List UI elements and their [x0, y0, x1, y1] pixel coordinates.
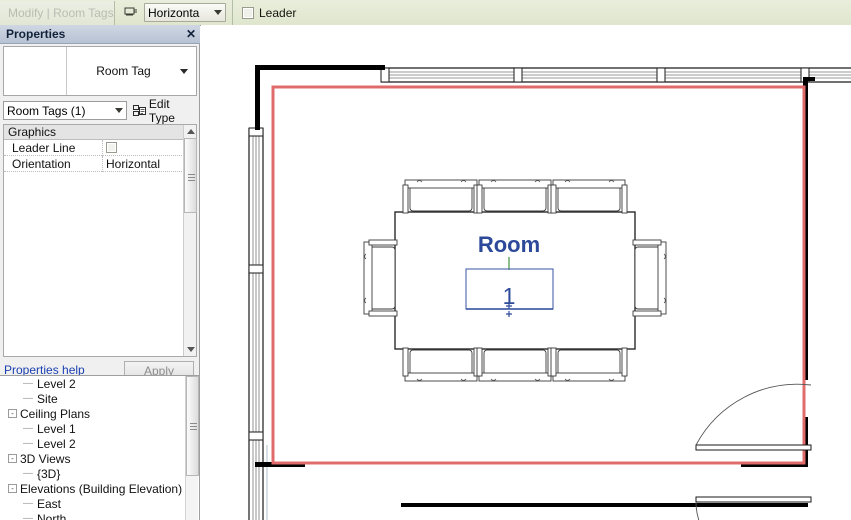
project-browser-scrollbar[interactable] [185, 376, 199, 520]
tree-item-3d[interactable]: — {3D} [0, 466, 199, 481]
chair-bottom-1[interactable] [402, 347, 480, 382]
parameters-grid: Graphics Leader Line Orientation Horizontal [3, 124, 197, 357]
tree-item-level-2[interactable]: — Level 2 [0, 376, 199, 391]
tree-item-3d-views[interactable]: -3D Views [0, 451, 199, 466]
tree-item-site[interactable]: — Site [0, 391, 199, 406]
tree-item-label: Elevations (Building Elevation) [20, 481, 183, 496]
tree-item-label: North [37, 511, 67, 520]
curtain-wall-top [380, 67, 851, 83]
tree-item-level-2[interactable]: — Level 2 [0, 436, 199, 451]
type-selector-dropdown[interactable]: Room Tags (1) [3, 101, 127, 120]
chevron-down-icon [214, 10, 222, 15]
tree-connector-icon: — [23, 393, 33, 404]
edit-type-label: Edit Type [148, 96, 175, 125]
tree-connector-icon: — [23, 498, 33, 509]
tree-item-label: East [37, 496, 62, 511]
tree-item-label: Site [37, 391, 58, 406]
chair-top-1[interactable] [402, 179, 480, 214]
type-selector-value: Room Tags (1) [7, 103, 86, 118]
orientation-value: Horizonta [148, 5, 200, 20]
parameter-row: Leader Line [4, 139, 196, 156]
scrollbar-thumb[interactable] [184, 138, 197, 213]
modify-room-tags-tab[interactable]: Modify | Room Tags [0, 0, 115, 25]
tree-connector-icon: — [23, 378, 33, 389]
collapse-icon[interactable]: - [8, 454, 17, 463]
tree-item-ceiling-plans[interactable]: - Ceiling Plans [0, 406, 199, 421]
tree-item-elevations-building-elevation[interactable]: - Elevations (Building Elevation) [0, 481, 199, 496]
tree-item-label: Level 1 [37, 421, 76, 436]
scroll-up-icon[interactable] [184, 125, 197, 138]
tree-item-label: Ceiling Plans [20, 406, 91, 421]
page-title: Properties [6, 27, 66, 41]
properties-palette: Properties ✕ Room Tag Room Tags (1) Edit… [0, 25, 200, 382]
tree-connector-icon: — [23, 438, 33, 449]
chair-top-2[interactable] [476, 179, 554, 214]
room-tag-name: Room [478, 232, 540, 257]
tree-item-label: 3D Views [20, 451, 71, 466]
parameter-group-header: Graphics [4, 125, 196, 140]
properties-title-bar: Properties ✕ [0, 25, 200, 44]
project-browser[interactable]: — Level 2— Site - Ceiling Plans — Level 1— Leve… [0, 375, 200, 520]
edit-type-button[interactable]: Edit Type [132, 97, 197, 125]
chair-top-3[interactable] [550, 179, 628, 214]
parameter-name: Orientation [12, 156, 71, 171]
tree-connector-icon: — [23, 513, 33, 520]
type-selector-row: Room Tags (1) Edit Type [3, 97, 197, 125]
tree-item-label: {3D} [37, 466, 61, 481]
tree-item-north[interactable]: — North [0, 511, 199, 520]
parameters-scrollbar[interactable] [183, 125, 197, 356]
floor-plan-drawing: Room 1 [248, 65, 851, 520]
tree-connector-icon: — [23, 468, 33, 479]
tree-item-label: Level 2 [37, 436, 76, 451]
chair-bottom-3[interactable] [550, 347, 628, 382]
collapse-icon[interactable]: - [8, 484, 17, 493]
parameter-value[interactable]: Horizontal [102, 155, 196, 172]
type-thumbnail [4, 47, 67, 95]
options-bar: Modify | Room Tags Horizonta Leader [0, 0, 851, 26]
close-icon[interactable]: ✕ [182, 26, 200, 42]
tree-item-label: Level 2 [37, 376, 76, 391]
parameter-row: Orientation Horizontal [4, 155, 196, 172]
parameter-value[interactable] [102, 139, 196, 156]
edit-type-icon [132, 104, 146, 117]
leader-group: Leader [233, 0, 296, 25]
door-lower [695, 496, 812, 520]
orientation-dropdown[interactable]: Horizonta [144, 3, 226, 22]
orientation-group: Horizonta [118, 0, 233, 25]
door-upper [695, 383, 812, 451]
tree-connector-icon: — [23, 423, 33, 434]
drawing-canvas[interactable]: Room 1 [201, 25, 851, 520]
leader-checkbox[interactable] [242, 6, 254, 19]
collapse-icon[interactable]: - [8, 409, 17, 418]
parameter-rows: Graphics Leader Line Orientation Horizontal [4, 125, 196, 172]
chevron-down-icon [114, 108, 123, 113]
chair-bottom-2[interactable] [476, 347, 554, 382]
tree-item-level-1[interactable]: — Level 1 [0, 421, 199, 436]
leader-label: Leader [259, 5, 297, 20]
parameter-name: Leader Line [12, 140, 76, 155]
type-name-label: Room Tag [96, 64, 151, 78]
chevron-down-icon [180, 68, 188, 74]
chair-left[interactable] [363, 239, 398, 317]
chair-right[interactable] [632, 239, 667, 317]
curtain-wall-left [248, 127, 268, 520]
scrollbar-thumb[interactable] [186, 376, 199, 476]
parameter-checkbox[interactable] [106, 142, 117, 153]
orientation-icon [124, 6, 139, 19]
tree-item-east[interactable]: — East [0, 496, 199, 511]
project-browser-tree: — Level 2— Site - Ceiling Plans — Level 1— Leve… [0, 376, 199, 520]
type-preview-selector[interactable]: Room Tag [3, 46, 197, 96]
scroll-down-icon[interactable] [184, 343, 197, 356]
